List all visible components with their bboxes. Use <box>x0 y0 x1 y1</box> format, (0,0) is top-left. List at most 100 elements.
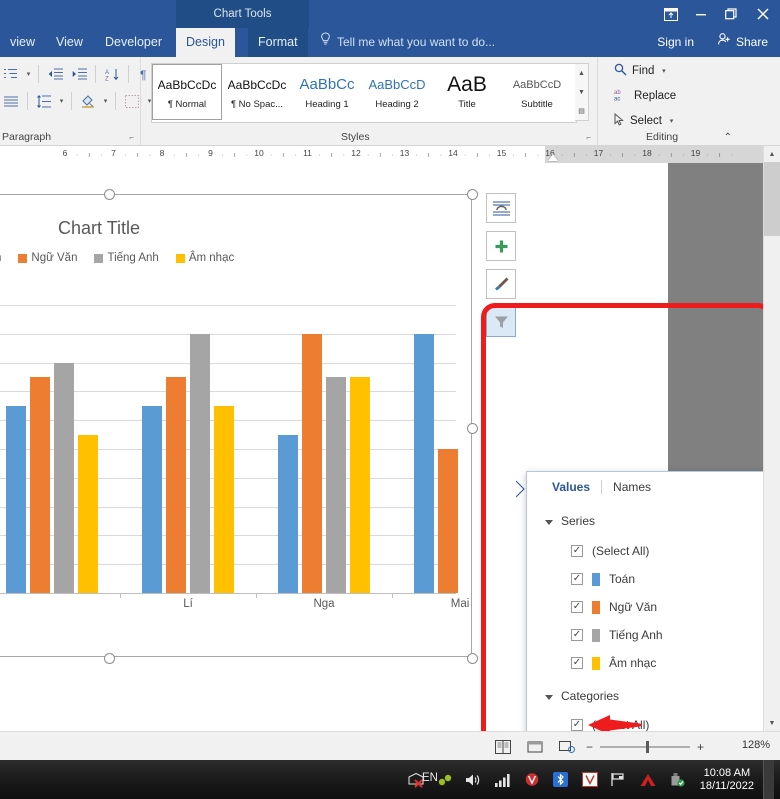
zoom-in-icon[interactable]: + <box>697 740 704 754</box>
chart-bar[interactable] <box>30 377 50 593</box>
tab-developer[interactable]: Developer <box>95 28 172 57</box>
category-item-select-all[interactable]: ✓ (Select All) <box>571 718 649 731</box>
safely-remove-hardware-icon[interactable] <box>667 770 687 790</box>
checkbox[interactable]: ✓ <box>571 545 583 557</box>
tab-format[interactable]: Format <box>248 28 308 57</box>
chart-bar[interactable] <box>414 334 434 593</box>
legend-item-tieng-anh[interactable]: Tiếng Anh <box>94 252 159 264</box>
horizontal-ruler[interactable]: 6 · ı · 7 · ı · 8 · ı · 9 · ı · 10 · ı · 11 · ı · 12 · ı · 13 · ı · 14 · ı… <box>0 146 764 164</box>
battery-icon[interactable] <box>435 770 455 790</box>
series-section-header[interactable]: Series <box>545 514 595 528</box>
chart-bar[interactable] <box>302 334 322 593</box>
chart-bar[interactable] <box>278 435 298 593</box>
series-item-tieng-anh[interactable]: ✓ Tiếng Anh <box>571 628 663 642</box>
series-item-select-all[interactable]: ✓ (Select All) <box>571 544 649 558</box>
chart-handle-top[interactable] <box>104 189 115 200</box>
style-no-spacing[interactable]: AaBbCcDc ¶ No Spac... <box>222 64 292 120</box>
ribbon-display-options-icon[interactable] <box>656 0 686 28</box>
find-button[interactable]: Find ▾ <box>614 63 668 79</box>
chart-bar[interactable] <box>214 406 234 593</box>
zoom-slider[interactable]: − + <box>586 740 704 754</box>
print-layout-icon[interactable] <box>524 739 546 755</box>
chart-bar[interactable] <box>78 435 98 593</box>
checkbox[interactable]: ✓ <box>571 719 583 731</box>
signal-bars-icon[interactable] <box>493 770 513 790</box>
shading-icon[interactable] <box>77 91 99 111</box>
vietkey-icon[interactable] <box>580 770 600 790</box>
zoom-track[interactable] <box>600 746 690 748</box>
style-heading-1[interactable]: AaBbCc Heading 1 <box>292 64 362 120</box>
chart-filters-button[interactable] <box>486 307 516 337</box>
paragraph-dialog-launcher-icon[interactable]: ⌐ <box>129 133 134 142</box>
avg-antivirus-icon[interactable] <box>638 770 658 790</box>
line-spacing-icon[interactable] <box>33 91 55 111</box>
sort-az-icon[interactable]: AZ <box>101 64 123 84</box>
tab-values[interactable]: Values <box>541 472 601 502</box>
chart-bar[interactable] <box>326 377 346 593</box>
zoom-out-icon[interactable]: − <box>586 740 593 754</box>
taskbar-clock[interactable]: 10:08 AM 18/11/2022 <box>700 767 754 793</box>
web-layout-icon[interactable] <box>556 739 578 755</box>
chart-bar[interactable] <box>6 406 26 593</box>
legend-item-toan[interactable]: n <box>0 252 1 264</box>
chart-bar[interactable] <box>166 377 186 593</box>
gallery-scroll-down-icon[interactable]: ▼ <box>578 83 585 101</box>
decrease-indent-icon[interactable] <box>44 64 66 84</box>
checkbox[interactable]: ✓ <box>571 573 583 585</box>
checkbox[interactable]: ✓ <box>571 629 583 641</box>
style-subtitle[interactable]: AaBbCcD Subtitle <box>502 64 572 120</box>
chart-bar[interactable] <box>350 377 370 593</box>
series-item-am-nhac[interactable]: ✓ Âm nhạc <box>571 656 656 670</box>
styles-dialog-launcher-icon[interactable]: ⌐ <box>586 133 591 142</box>
minimize-icon[interactable] <box>686 0 716 28</box>
chart-styles-button[interactable] <box>486 269 516 299</box>
gallery-scroll-up-icon[interactable]: ▲ <box>578 64 585 82</box>
chart-handle-top-right[interactable] <box>467 189 478 200</box>
style-title[interactable]: AaB Title <box>432 64 502 120</box>
align-justify-icon[interactable] <box>0 91 22 111</box>
zoom-percentage[interactable]: 128% <box>742 739 770 751</box>
select-button[interactable]: Select ▾ <box>614 112 676 129</box>
line-spacing-caret-icon[interactable]: ▾ <box>57 97 66 105</box>
borders-icon[interactable] <box>121 91 143 111</box>
chart-bar[interactable] <box>54 363 74 593</box>
restore-icon[interactable] <box>716 0 746 28</box>
style-normal[interactable]: AaBbCcDc ¶ Normal <box>152 64 222 120</box>
series-item-ngu-van[interactable]: ✓ Ngữ Văn <box>571 600 657 614</box>
tab-review[interactable]: view <box>0 28 45 57</box>
shading-caret-icon[interactable]: ▾ <box>101 97 110 105</box>
collapse-triangle-icon[interactable] <box>545 519 553 525</box>
chart-elements-button[interactable] <box>486 231 516 261</box>
read-mode-icon[interactable] <box>492 739 514 755</box>
legend-item-ngu-van[interactable]: Ngữ Văn <box>18 252 77 264</box>
chart-handle-right[interactable] <box>467 423 478 434</box>
categories-section-header[interactable]: Categories <box>545 689 619 703</box>
multilevel-caret-icon[interactable]: ▾ <box>24 70 33 78</box>
increase-indent-icon[interactable] <box>68 64 90 84</box>
tab-design[interactable]: Design <box>176 28 235 57</box>
layout-options-button[interactable] <box>486 193 516 223</box>
bluetooth-icon[interactable] <box>551 770 571 790</box>
chart-plot-area[interactable] <box>0 305 529 598</box>
chart-bar[interactable] <box>142 406 162 593</box>
chart-handle-bottom[interactable] <box>104 653 115 664</box>
chart-bar[interactable] <box>190 334 210 593</box>
share-button[interactable]: Share <box>709 28 776 57</box>
series-item-toan[interactable]: ✓ Toán <box>571 572 635 586</box>
checkbox[interactable]: ✓ <box>571 601 583 613</box>
styles-gallery-scrollbar[interactable]: ▲ ▼ ▤ <box>575 63 589 121</box>
network-disconnected-icon[interactable] <box>406 770 426 790</box>
replace-button[interactable]: ab ac Replace <box>614 88 676 104</box>
collapse-ribbon-icon[interactable]: ⌃ <box>724 132 732 143</box>
gallery-more-icon[interactable]: ▤ <box>578 102 585 120</box>
find-caret-icon[interactable]: ▾ <box>659 67 668 75</box>
style-heading-2[interactable]: AaBbCcD Heading 2 <box>362 64 432 120</box>
tab-names[interactable]: Names <box>602 472 662 502</box>
chart-legend[interactable]: n Ngữ Văn Tiếng Anh Âm nhạc <box>0 252 234 264</box>
volume-icon[interactable] <box>464 770 484 790</box>
scroll-up-icon[interactable]: ▲ <box>764 146 780 162</box>
unikey-icon[interactable] <box>522 770 542 790</box>
legend-item-am-nhac[interactable]: Âm nhạc <box>175 252 234 264</box>
show-desktop-button[interactable] <box>763 760 774 799</box>
sign-in-link[interactable]: Sign in <box>657 28 694 57</box>
